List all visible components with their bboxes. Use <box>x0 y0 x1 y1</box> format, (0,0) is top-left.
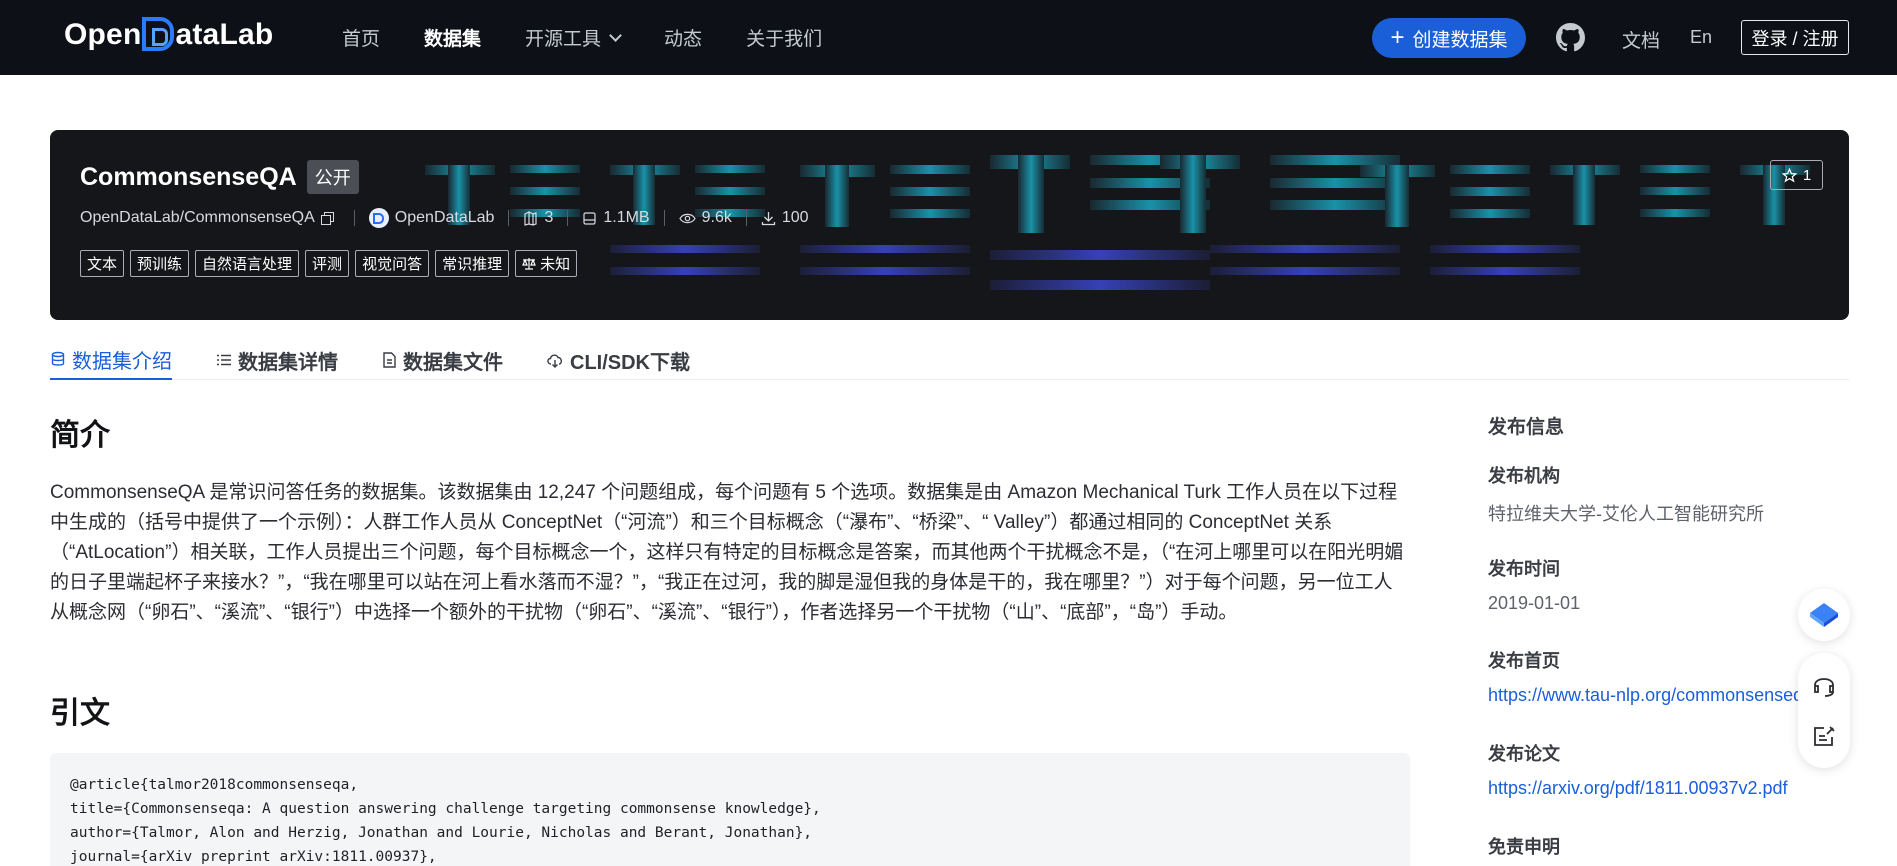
star-icon <box>1781 167 1797 183</box>
file-icon <box>383 352 396 368</box>
language-toggle[interactable]: En <box>1690 27 1712 48</box>
storage-icon <box>583 211 596 225</box>
repo-path-text: OpenDataLab/CommonsenseQA <box>80 209 315 226</box>
scale-icon <box>522 258 536 270</box>
intro-heading: 简介 <box>50 419 110 452</box>
release-info-title: 发布信息 <box>1488 417 1565 438</box>
nav-datasets[interactable]: 数据集 <box>424 24 481 51</box>
create-dataset-button[interactable]: + 创建数据集 <box>1372 18 1526 58</box>
release-paper-block: 发布论文 https://arxiv.org/pdf/1811.00937v2.… <box>1488 740 1808 799</box>
org-avatar <box>368 208 389 228</box>
floating-toolbar <box>1798 653 1850 768</box>
tag-text[interactable]: 文本 <box>80 250 125 277</box>
nav-open-tools[interactable]: 开源工具 <box>525 24 622 51</box>
dataset-title-row: CommonsenseQA 公开 <box>80 160 359 194</box>
release-date-value: 2019-01-01 <box>1488 593 1581 613</box>
database-icon <box>51 351 65 366</box>
dataset-banner: CommonsenseQA 公开 OpenDataLab/Commonsense… <box>50 130 1849 320</box>
edit-note-icon[interactable] <box>1812 724 1836 748</box>
citation-heading: 引文 <box>50 697 110 730</box>
meta-divider <box>353 210 355 226</box>
top-nav: Open ataLab 首页 数据集 开源工具 动态 关于我们 + 创建数据集 … <box>0 0 1897 75</box>
nav-news[interactable]: 动态 <box>664 24 702 51</box>
disclaimer-label[interactable]: 免责申明 <box>1488 833 1560 859</box>
org-name: OpenDataLab <box>394 209 495 226</box>
meta-divider <box>745 210 747 226</box>
citation-code-block: @article{talmor2018commonsenseqa, title=… <box>50 753 1410 866</box>
tab-details-label: 数据集详情 <box>238 351 338 374</box>
meta-divider <box>508 210 510 226</box>
file-count: 3 <box>523 209 553 227</box>
tag-vqa[interactable]: 视觉问答 <box>355 250 430 277</box>
star-count: 1 <box>1802 166 1812 184</box>
meta-divider <box>663 210 665 226</box>
dataset-title: CommonsenseQA <box>80 162 297 191</box>
dataset-size-value: 1.1MB <box>603 209 650 226</box>
list-icon <box>217 354 231 366</box>
tag-pretraining[interactable]: 预训练 <box>130 250 190 277</box>
chevron-down-icon <box>609 28 622 42</box>
headset-icon[interactable] <box>1811 673 1837 699</box>
license-tag[interactable]: 未知 <box>515 250 578 277</box>
tab-cli-sdk-label: CLI/SDK下载 <box>570 351 690 374</box>
release-paper-label: 发布论文 <box>1488 744 1560 764</box>
github-icon[interactable] <box>1556 23 1585 52</box>
nav-home[interactable]: 首页 <box>342 24 380 51</box>
release-org-value: 特拉维夫大学-艾伦人工智能研究所 <box>1488 504 1764 524</box>
nav-docs[interactable]: 文档 <box>1622 26 1660 53</box>
tag-evaluation[interactable]: 评测 <box>305 250 350 277</box>
org-link[interactable]: OpenDataLab <box>368 208 495 228</box>
create-dataset-label: 创建数据集 <box>1412 29 1508 51</box>
files-icon <box>524 210 538 226</box>
release-home-label: 发布首页 <box>1488 651 1560 671</box>
floating-feedback-button[interactable] <box>1798 589 1850 641</box>
tab-files-label: 数据集文件 <box>403 351 503 374</box>
visibility-badge: 公开 <box>306 160 359 194</box>
dataset-size: 1.1MB <box>582 209 650 227</box>
meta-divider <box>567 210 569 226</box>
logo-text-atalab: ataLab <box>175 18 274 51</box>
file-count-value: 3 <box>544 209 554 226</box>
star-button[interactable]: 1 <box>1770 160 1823 190</box>
nav-about[interactable]: 关于我们 <box>746 24 822 51</box>
plus-icon: + <box>1390 24 1405 51</box>
main-nav: 首页 数据集 开源工具 动态 关于我们 <box>342 0 866 75</box>
download-icon <box>761 211 775 225</box>
tag-nlp[interactable]: 自然语言处理 <box>195 250 300 277</box>
opendatalab-logo[interactable]: Open ataLab <box>64 17 274 52</box>
view-count-value: 9.6k <box>701 209 732 226</box>
view-count: 9.6k <box>678 209 732 227</box>
repo-path: OpenDataLab/CommonsenseQA <box>80 209 340 227</box>
release-org-block: 发布机构 特拉维夫大学-艾伦人工智能研究所 <box>1488 462 1764 526</box>
tab-intro-label: 数据集介绍 <box>72 350 172 373</box>
intro-paragraph: CommonsenseQA 是常识问答任务的数据集。该数据集由 12,247 个… <box>50 482 1404 623</box>
eye-icon <box>678 213 696 223</box>
logo-d-mark <box>142 17 175 51</box>
dataset-meta-row: OpenDataLab/CommonsenseQA OpenDataLab 3 … <box>80 208 809 228</box>
disclaimer-block: 免责申明 <box>1488 833 1560 859</box>
release-date-label: 发布时间 <box>1488 559 1560 579</box>
login-register-button[interactable]: 登录 / 注册 <box>1741 20 1849 55</box>
release-home-block: 发布首页 https://www.tau-nlp.org/commonsense… <box>1488 647 1808 706</box>
cloud-download-icon <box>547 354 563 368</box>
release-info-panel: 发布信息 发布机构 特拉维夫大学-艾伦人工智能研究所 发布时间 2019-01-… <box>1488 412 1828 857</box>
paper-plane-icon <box>1810 603 1838 627</box>
tag-commonsense-reasoning[interactable]: 常识推理 <box>435 250 510 277</box>
dataset-tabs: 数据集介绍 数据集详情 数据集文件 CLI/SDK下载 <box>50 330 1849 380</box>
copy-icon[interactable] <box>320 211 334 225</box>
tab-cli-sdk[interactable]: CLI/SDK下载 <box>546 340 690 380</box>
tab-files[interactable]: 数据集文件 <box>382 340 503 380</box>
release-home-link[interactable]: https://www.tau-nlp.org/commonsenseqa <box>1488 685 1808 706</box>
download-count-value: 100 <box>781 209 809 226</box>
tab-details[interactable]: 数据集详情 <box>216 340 338 380</box>
dataset-tags: 文本 预训练 自然语言处理 评测 视觉问答 常识推理 未知 <box>80 250 578 277</box>
download-count: 100 <box>761 209 809 227</box>
release-date-block: 发布时间 2019-01-01 <box>1488 555 1580 614</box>
tab-intro[interactable]: 数据集介绍 <box>50 340 172 380</box>
license-label: 未知 <box>540 256 571 273</box>
logo-text-open: Open <box>64 18 142 51</box>
release-paper-link[interactable]: https://arxiv.org/pdf/1811.00937v2.pdf <box>1488 778 1808 799</box>
release-org-label: 发布机构 <box>1488 466 1560 486</box>
nav-open-tools-label: 开源工具 <box>525 29 602 50</box>
